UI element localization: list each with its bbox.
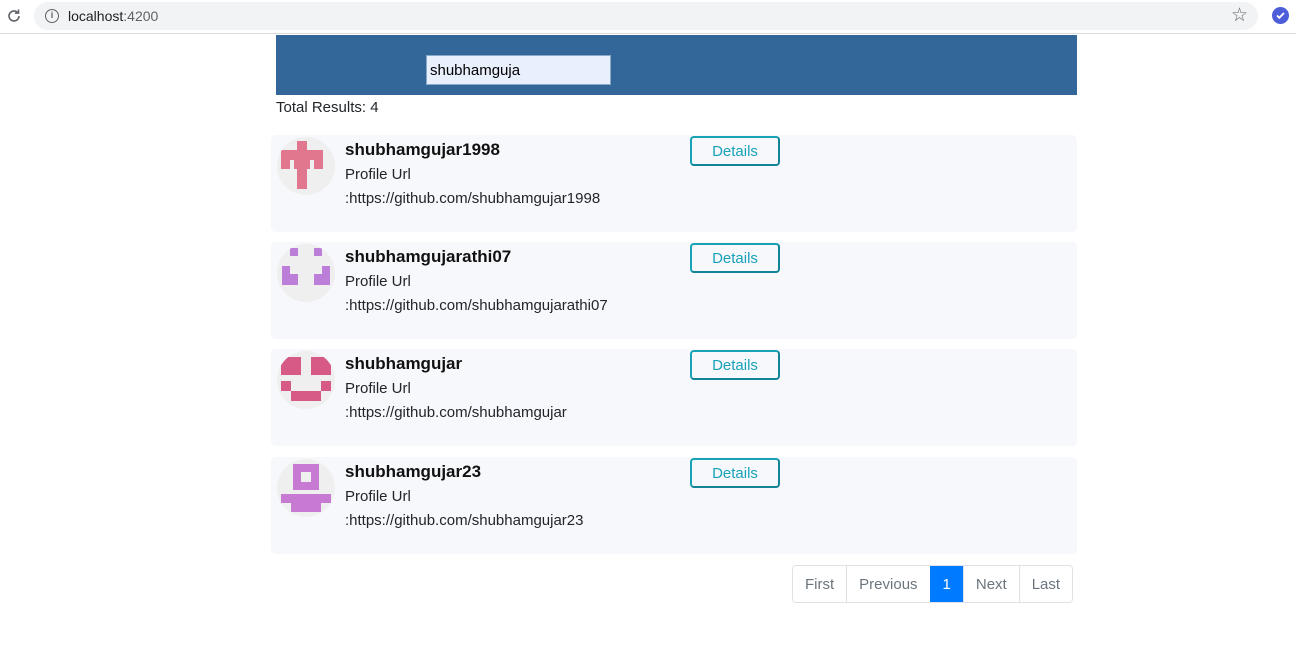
page-current[interactable]: 1 <box>929 566 963 602</box>
page-first[interactable]: First <box>793 566 847 602</box>
page-last[interactable]: Last <box>1018 566 1073 602</box>
result-card: shubhamgujar Profile Url :https://github… <box>271 349 1077 446</box>
info-icon[interactable]: i <box>45 9 59 23</box>
user-login: shubhamgujar1998 <box>345 140 500 159</box>
avatar <box>277 351 335 409</box>
result-card: shubhamgujar1998 Profile Url :https://gi… <box>271 135 1077 232</box>
profile-url: :https://github.com/shubhamgujar1998 <box>345 190 601 207</box>
pagination: First Previous 1 Next Last <box>792 565 1074 603</box>
profile-url: :https://github.com/shubhamgujarathi07 <box>345 297 608 314</box>
profile-label: Profile Url <box>345 380 411 397</box>
details-button[interactable]: Details <box>690 350 780 380</box>
page-next[interactable]: Next <box>962 566 1019 602</box>
reload-icon[interactable] <box>4 6 24 26</box>
profile-label: Profile Url <box>345 488 411 505</box>
profile-label: Profile Url <box>345 273 411 290</box>
result-card: shubhamgujarathi07 Profile Url :https://… <box>271 242 1077 339</box>
page-previous[interactable]: Previous <box>846 566 930 602</box>
avatar <box>277 137 335 195</box>
user-login: shubhamgujarathi07 <box>345 247 512 266</box>
star-icon[interactable]: ☆ <box>1231 5 1248 27</box>
result-card: shubhamgujar23 Profile Url :https://gith… <box>271 457 1077 554</box>
avatar <box>277 244 335 302</box>
url-text[interactable]: localhost:4200 <box>68 8 158 24</box>
profile-url: :https://github.com/shubhamgujar23 <box>345 512 584 529</box>
search-input[interactable] <box>426 55 611 85</box>
user-login: shubhamgujar23 <box>345 462 482 481</box>
details-button[interactable]: Details <box>690 243 780 273</box>
app-header <box>276 35 1077 95</box>
user-login: shubhamgujar <box>345 354 463 373</box>
total-results: Total Results: 4 <box>276 99 379 116</box>
browser-toolbar: i localhost:4200 ☆ <box>0 0 1296 34</box>
address-bar[interactable]: i localhost:4200 ☆ <box>34 2 1258 30</box>
profile-label: Profile Url <box>345 166 411 183</box>
extension-icon[interactable] <box>1272 7 1289 24</box>
avatar <box>277 459 335 517</box>
details-button[interactable]: Details <box>690 458 780 488</box>
details-button[interactable]: Details <box>690 136 780 166</box>
profile-url: :https://github.com/shubhamgujar <box>345 404 567 421</box>
